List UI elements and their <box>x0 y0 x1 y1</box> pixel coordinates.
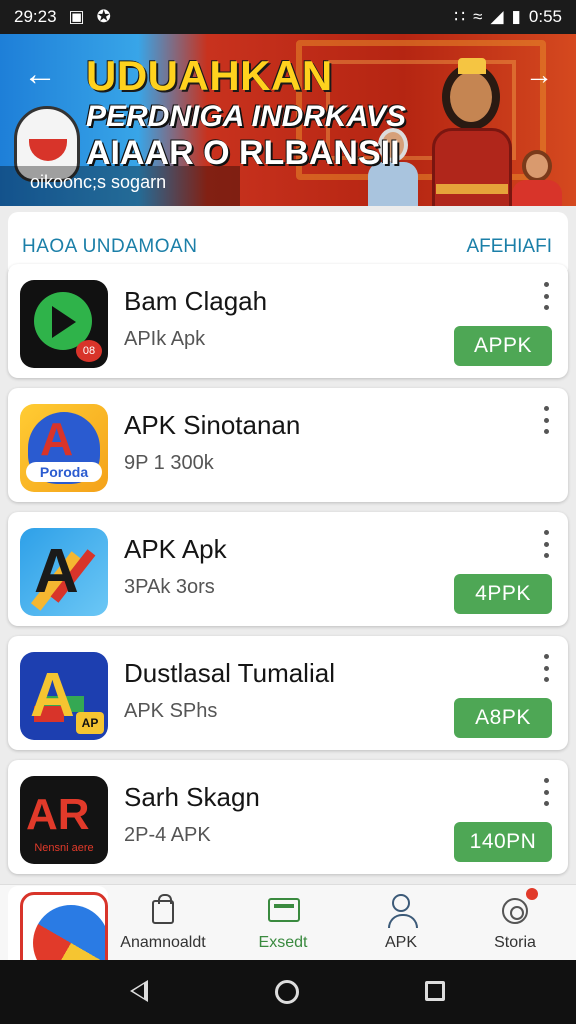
app-name: Sarh Skagn <box>124 782 260 812</box>
install-button[interactable]: 140PN <box>454 822 552 862</box>
shield-a-icon: A Poroda <box>20 404 108 492</box>
banner-headline: UDUAHKAN <box>86 52 333 99</box>
green-play-icon: 08 <box>20 280 108 368</box>
app-notification-icon: ✪ <box>96 7 111 26</box>
app-meta: APIk Apk <box>124 328 206 350</box>
app-list: HAOA UNDAMOAN AFEHIAFI 08 Bam Clagah API… <box>0 206 576 956</box>
back-arrow-icon[interactable]: ← <box>22 56 58 92</box>
app-name: APK Apk <box>124 534 227 564</box>
section-title: HAOA UNDAMOAN <box>22 236 198 257</box>
system-nav-bar <box>0 960 576 1024</box>
tab-label: APK <box>384 934 417 951</box>
tab-stories[interactable]: Storia <box>460 888 570 958</box>
shopping-bag-icon <box>146 892 180 926</box>
signal-icon: ◢ <box>490 7 504 26</box>
app-meta: APK SPhs <box>124 700 218 722</box>
app-icon-badge: 08 <box>76 340 102 362</box>
install-button[interactable]: A8PK <box>454 698 552 738</box>
colorful-a-icon: A <box>20 528 108 616</box>
app-card[interactable]: A APK Apk 3PAk 3ors 4PPK <box>8 512 568 626</box>
banner-caption: oikoonc;s sogarn <box>0 166 240 206</box>
tab-home[interactable]: Anamnoaldt <box>108 892 218 958</box>
more-options-icon[interactable] <box>540 654 552 682</box>
app-card[interactable]: AR Nensni aere Sarh Skagn 2P-4 APK 140PN <box>8 760 568 874</box>
image-notification-icon: ▣ <box>68 7 85 26</box>
app-icon-mark: AR <box>26 790 90 839</box>
camera-icon <box>498 888 538 926</box>
battery-icon: ▮ <box>511 7 521 26</box>
nav-back-icon[interactable] <box>130 980 148 1002</box>
swirl-app-icon <box>20 892 108 960</box>
notification-dot <box>526 888 538 900</box>
person-icon <box>384 892 418 928</box>
share-icon[interactable]: → <box>524 58 554 92</box>
tab-label: Exsedt <box>258 934 308 951</box>
app-meta: 3PAk 3ors <box>124 576 215 598</box>
install-button[interactable]: 4PPK <box>454 574 552 614</box>
card-icon <box>266 892 300 926</box>
app-meta: 2P-4 APK <box>124 824 211 846</box>
app-icon-label: Poroda <box>26 462 102 482</box>
app-card[interactable]: 08 Bam Clagah APIk Apk APPK <box>8 264 568 378</box>
more-options-icon[interactable] <box>540 530 552 558</box>
ar-icon: AR Nensni aere <box>20 776 108 864</box>
app-card[interactable]: A Poroda APK Sinotanan 9P 1 300k <box>8 388 568 502</box>
status-time: 29:23 <box>14 7 57 26</box>
more-options-icon[interactable] <box>540 406 552 434</box>
tab-explore[interactable]: Exsedt <box>228 892 338 958</box>
wifi-icon: ≈ <box>473 7 483 26</box>
blue-a-icon: A AP <box>20 652 108 740</box>
app-icon-caption: Nensni aere <box>34 842 94 854</box>
status-bar: 29:23 ▣ ✪ ∷ ≈ ◢ ▮ 0:55 <box>0 0 576 34</box>
banner-subheadline: PERDNIGA INDRKAVS <box>86 100 407 133</box>
app-meta: 9P 1 300k <box>124 452 214 474</box>
section-header: HAOA UNDAMOAN AFEHIAFI <box>8 212 568 270</box>
app-card[interactable]: A AP Dustlasal Tumalial APK SPhs A8PK <box>8 636 568 750</box>
dancer-figure-illustration <box>420 58 520 206</box>
tab-label: Anamnoaldt <box>120 934 206 951</box>
vibrate-icon: ∷ <box>454 7 466 26</box>
child-figure-illustration <box>508 150 564 206</box>
install-button[interactable]: APPK <box>454 326 552 366</box>
nav-recents-icon[interactable] <box>425 981 445 1001</box>
tab-label: Storia <box>494 934 536 951</box>
see-more-link[interactable]: AFEHIAFI <box>466 236 552 258</box>
app-name: Bam Clagah <box>124 286 268 316</box>
partial-app-card[interactable] <box>8 886 108 960</box>
hero-banner: ← → UDUAHKAN PERDNIGA INDRKAVS AIAAR O R… <box>0 34 576 206</box>
app-name: APK Sinotanan <box>124 410 301 440</box>
app-icon-badge: AP <box>76 712 104 734</box>
nav-home-icon[interactable] <box>275 980 299 1004</box>
status-clock: 0:55 <box>528 7 562 26</box>
app-name: Dustlasal Tumalial <box>124 658 335 688</box>
more-options-icon[interactable] <box>540 778 552 806</box>
tab-apk[interactable]: APK <box>346 892 456 958</box>
more-options-icon[interactable] <box>540 282 552 310</box>
